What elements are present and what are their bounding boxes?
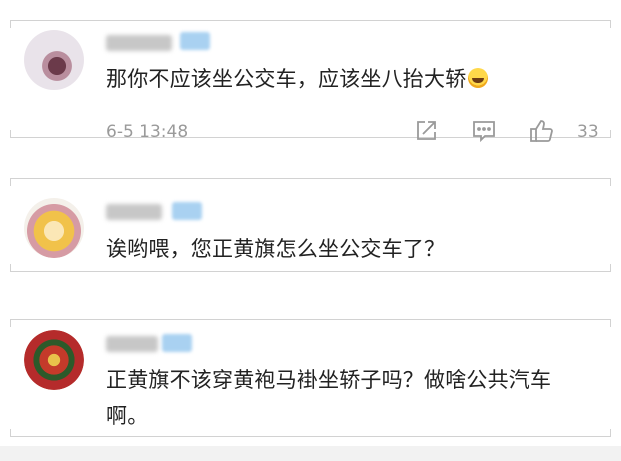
comment-card: 那你不应该坐公交车，应该坐八抬大轿 6-5 13:48 33: [10, 20, 611, 143]
comment-timestamp: 6-5 13:48: [106, 122, 189, 142]
avatar[interactable]: [24, 30, 84, 90]
like-count: 33: [577, 122, 599, 142]
user-badge: [172, 202, 202, 220]
avatar[interactable]: [24, 198, 84, 258]
username-blurred[interactable]: [106, 35, 172, 51]
comment-text: 那你不应该坐公交车，应该坐八抬大轿: [106, 61, 581, 97]
comment-text: 正黄旗不该穿黄袍马褂坐轿子吗？做啥公共汽车啊。: [106, 368, 552, 428]
comment-icon[interactable]: [471, 118, 497, 144]
avatar[interactable]: [24, 330, 84, 390]
comment-card: 诶哟喂，您正黄旗怎么坐公交车了？: [10, 178, 611, 272]
thumbs-up-icon[interactable]: [528, 118, 554, 144]
comment-card: 正黄旗不该穿黄袍马褂坐轿子吗？做啥公共汽车啊。: [10, 319, 611, 437]
user-badge: [162, 334, 192, 352]
share-icon[interactable]: [413, 118, 439, 144]
comment-text: 诶哟喂，您正黄旗怎么坐公交车了？: [106, 237, 446, 261]
user-badge: [180, 32, 210, 50]
bottom-bar: [0, 446, 621, 461]
username-blurred[interactable]: [106, 204, 162, 220]
username-blurred[interactable]: [106, 336, 158, 352]
laughing-tears-emoji: [468, 68, 489, 88]
